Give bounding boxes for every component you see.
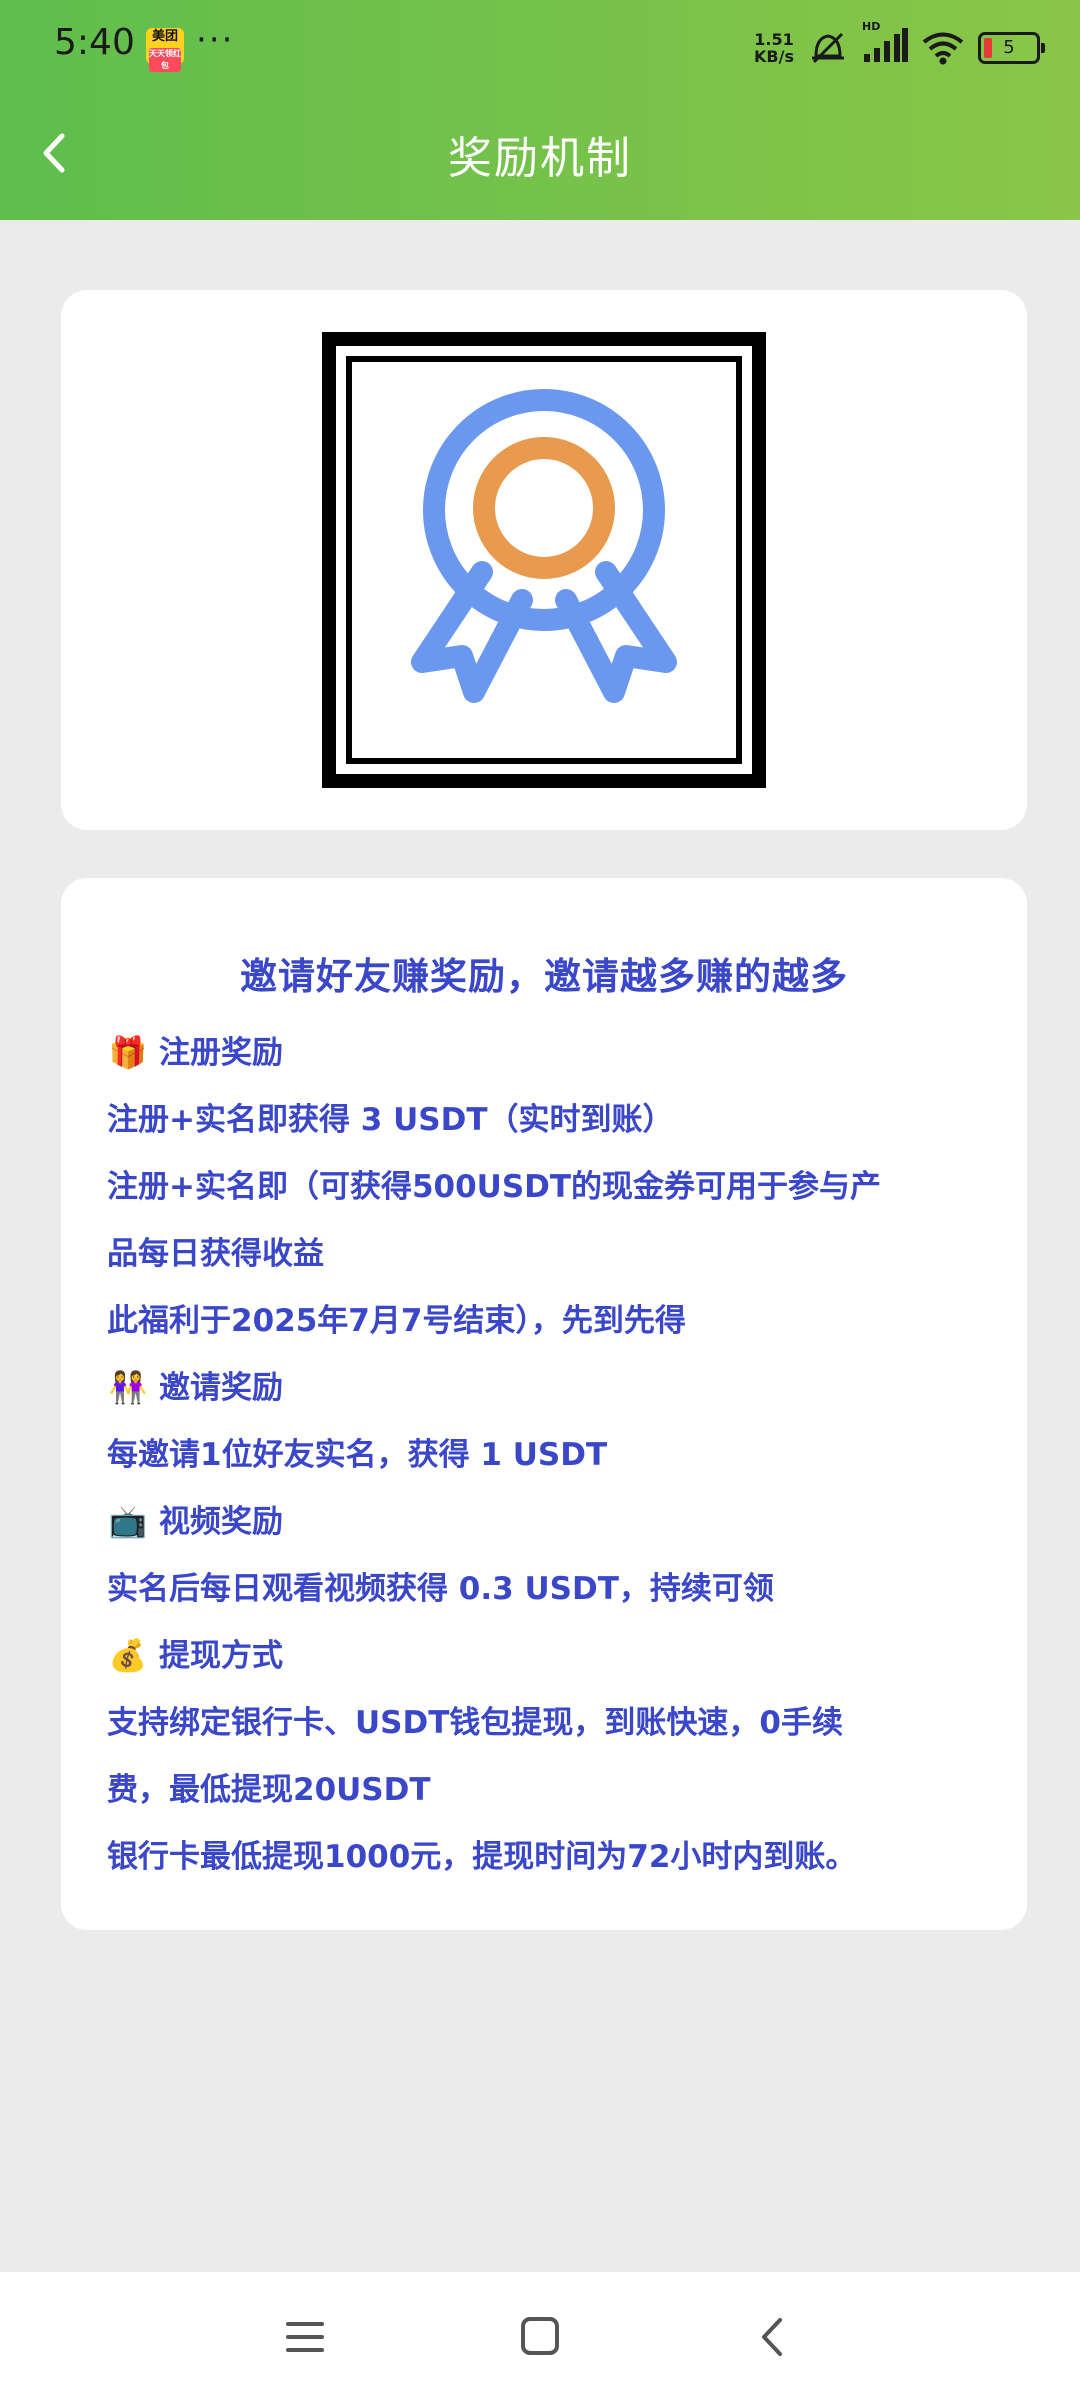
rule-line: 每邀请1位好友实名，获得 1 USDT [107, 1437, 608, 1473]
money-bag-icon: 💰 [108, 1638, 148, 1674]
info-headline: 邀请好友赚奖励，邀请越多赚的越多 [240, 955, 848, 998]
rule-line: 品每日获得收益 [107, 1236, 324, 1272]
home-square-icon [521, 2317, 559, 2355]
award-badge-icon [411, 389, 677, 703]
section-title-withdraw: 💰 提现方式 [107, 1623, 987, 1690]
reward-badge-card [61, 290, 1027, 830]
section-title-register: 🎁 注册奖励 [107, 1020, 987, 1087]
meituan-notification-icon: 美团 天天领红包 [146, 28, 184, 72]
cellular-signal-icon: HD [862, 20, 908, 68]
battery-icon: 5 [978, 32, 1045, 64]
gift-icon: 🎁 [108, 1035, 148, 1071]
status-time: 5:40 [54, 22, 135, 63]
page-title: 奖励机制 [448, 133, 632, 184]
rule-line: 此福利于2025年7月7号结束），先到先得 [107, 1303, 686, 1339]
wifi-icon [922, 32, 964, 65]
status-bar: 5:40 美团 天天领红包 ··· 1.51 KB/s HD 5 [0, 0, 1080, 90]
reward-rules-list: 🎁 注册奖励 注册+实名即获得 3 USDT（实时到账） 注册+实名即（可获得50… [107, 1020, 987, 1891]
rule-line: 费，最低提现20USDT [107, 1772, 431, 1808]
rule-line: 银行卡最低提现1000元，提现时间为72小时内到账。 [107, 1839, 857, 1875]
rule-line: 注册+实名即获得 3 USDT（实时到账） [107, 1102, 674, 1138]
volte-muted-icon [812, 32, 844, 64]
system-back-button[interactable] [738, 2302, 808, 2372]
back-triangle-icon [762, 2318, 782, 2356]
app-header: 5:40 美团 天天领红包 ··· 1.51 KB/s HD 5 奖励机制 [0, 0, 1080, 220]
home-button[interactable] [505, 2302, 575, 2372]
system-navigation-bar [0, 2272, 1080, 2400]
more-notifications-icon: ··· [196, 20, 235, 60]
two-women-icon: 👭 [108, 1370, 148, 1406]
network-speed: 1.51 KB/s [754, 30, 794, 66]
recent-apps-button[interactable] [270, 2302, 340, 2372]
television-icon: 📺 [108, 1504, 148, 1540]
section-title-invite: 👭 邀请奖励 [107, 1355, 987, 1422]
section-title-video: 📺 视频奖励 [107, 1489, 987, 1556]
rule-line: 实名后每日观看视频获得 0.3 USDT，持续可领 [107, 1571, 774, 1607]
rule-line: 支持绑定银行卡、USDT钱包提现，到账快速，0手续 [107, 1705, 843, 1741]
menu-icon [286, 2322, 324, 2352]
reward-info-card: 邀请好友赚奖励，邀请越多赚的越多 🎁 注册奖励 注册+实名即获得 3 USDT（实… [61, 878, 1027, 1930]
status-icons: 1.51 KB/s HD 5 [754, 20, 1045, 70]
meituan-badge-sub: 天天领红包 [149, 48, 181, 72]
rule-line: 注册+实名即（可获得500USDT的现金券可用于参与产 [107, 1169, 882, 1205]
award-badge-image [322, 332, 766, 788]
